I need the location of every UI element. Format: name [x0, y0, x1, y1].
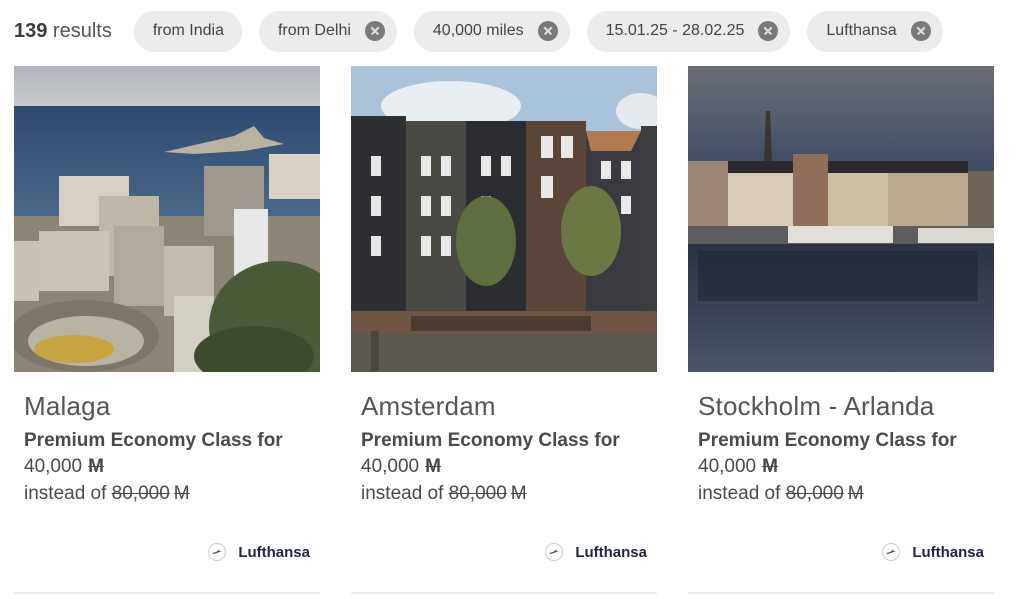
lufthansa-crane-icon [208, 543, 227, 561]
filter-chip-miles[interactable]: 40,000 miles [413, 10, 570, 52]
instead-of-label: instead of [698, 483, 786, 504]
miles-currency-icon: M [425, 456, 441, 477]
offer-class: Premium Economy Class for [698, 430, 957, 451]
close-icon[interactable] [364, 21, 385, 41]
old-price-value: 80,000 [111, 483, 170, 504]
filter-chip-label: 15.01.25 - 28.02.25 [605, 22, 745, 39]
card-divider [351, 592, 657, 594]
card-divider [14, 592, 320, 594]
miles-currency-icon: M [847, 483, 864, 504]
old-price-value: 80,000 [448, 483, 507, 504]
airline-badge: Lufthansa [882, 543, 984, 561]
miles-currency-icon: M [88, 456, 104, 477]
price-value: 40,000 [698, 456, 757, 477]
offer-card-stockholm[interactable]: Stockholm - Arlanda Premium Economy Clas… [688, 66, 994, 596]
offer-price: 40,000 M [24, 456, 104, 478]
airline-badge: Lufthansa [545, 543, 647, 561]
close-icon[interactable] [910, 21, 931, 41]
filter-chip-from-delhi[interactable]: from Delhi [258, 10, 397, 52]
airline-name: Lufthansa [912, 543, 984, 561]
instead-of-label: instead of [361, 483, 449, 504]
stockholm-photo[interactable] [688, 66, 994, 372]
destination-city: Malaga [24, 391, 111, 421]
destination-city: Amsterdam [361, 391, 496, 421]
airline-badge: Lufthansa [208, 543, 310, 561]
result-count-label: results [47, 19, 112, 42]
filter-chip-airline[interactable]: Lufthansa [807, 10, 943, 52]
miles-currency-icon: M [510, 483, 527, 504]
offer-card-amsterdam[interactable]: Amsterdam Premium Economy Class for 40,0… [351, 66, 657, 596]
filter-bar: 139 results from India from Delhi 40,000… [14, 10, 960, 52]
offer-card-malaga[interactable]: Malaga Premium Economy Class for 40,000 M… [14, 66, 320, 596]
filter-chip-from-india[interactable]: from India [133, 10, 242, 52]
malaga-photo[interactable] [14, 66, 320, 372]
close-icon[interactable] [537, 21, 558, 41]
result-count-number: 139 [14, 19, 48, 42]
original-price: instead of 80,000 M [361, 483, 527, 505]
old-price-value: 80,000 [785, 483, 844, 504]
offer-class: Premium Economy Class for [361, 430, 620, 451]
offer-price: 40,000 M [698, 456, 778, 478]
miles-currency-icon: M [173, 483, 190, 504]
airline-name: Lufthansa [238, 543, 310, 561]
destination-city: Stockholm - Arlanda [698, 391, 935, 421]
price-value: 40,000 [24, 456, 83, 477]
lufthansa-crane-icon [882, 543, 901, 561]
lufthansa-crane-icon [545, 543, 564, 561]
offer-class: Premium Economy Class for [24, 430, 283, 451]
result-count: 139 results [14, 20, 112, 43]
price-value: 40,000 [361, 456, 420, 477]
amsterdam-photo[interactable] [351, 66, 657, 372]
filter-chip-dates[interactable]: 15.01.25 - 28.02.25 [586, 10, 791, 52]
filter-chip-label: from India [152, 22, 224, 39]
instead-of-label: instead of [24, 483, 112, 504]
filter-chip-label: 40,000 miles [432, 22, 524, 39]
miles-currency-icon: M [762, 456, 778, 477]
original-price: instead of 80,000 M [24, 483, 190, 505]
filter-chip-label: from Delhi [277, 22, 351, 39]
close-icon[interactable] [758, 21, 779, 41]
airline-name: Lufthansa [575, 543, 647, 561]
filter-chip-label: Lufthansa [826, 22, 897, 39]
card-divider [688, 592, 994, 594]
original-price: instead of 80,000 M [698, 483, 864, 505]
offer-price: 40,000 M [361, 456, 441, 478]
